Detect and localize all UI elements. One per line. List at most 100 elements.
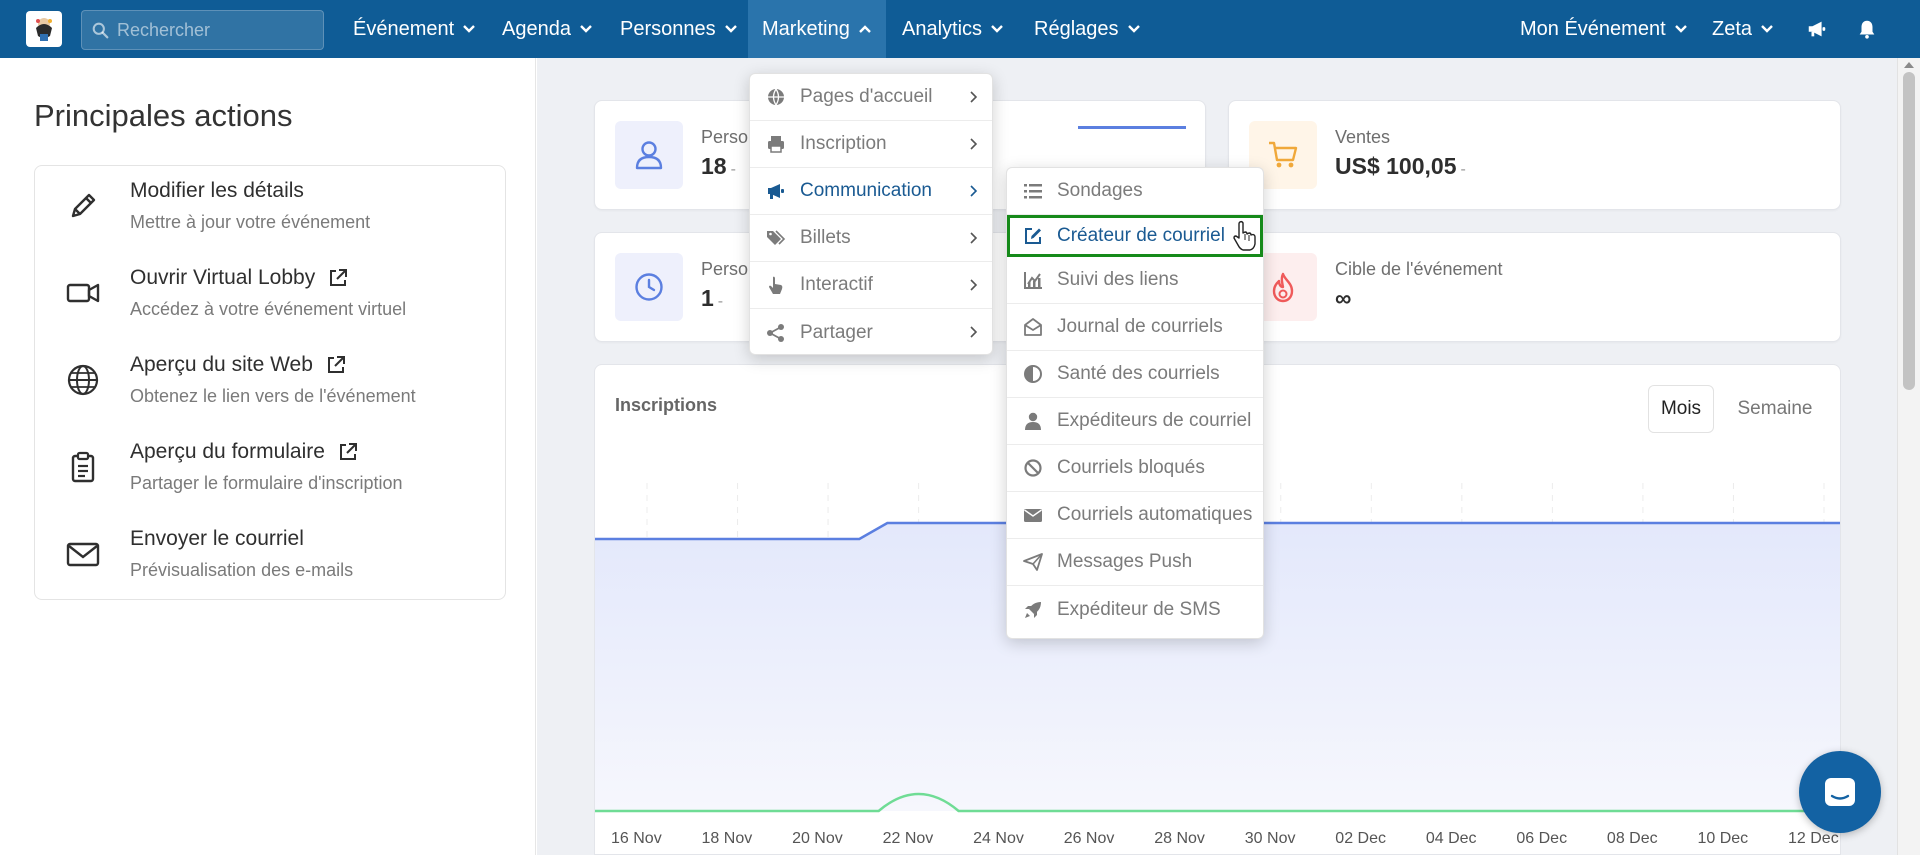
stat-card-event-target[interactable]: Cible de l'événement ∞ [1228, 232, 1841, 342]
x-tick-label: 10 Dec [1697, 830, 1748, 847]
menu-item-label: Journal de courriels [1057, 316, 1223, 337]
nav-item-label: Événement [353, 17, 455, 40]
action-subtitle: Accédez à votre événement virtuel [130, 299, 407, 319]
stat-suffix: - [730, 161, 736, 178]
left-panel: Principales actions Modifier les détails… [0, 58, 536, 855]
x-tick-label: 26 Nov [1064, 830, 1115, 847]
menu-item-label: Expéditeurs de courriel [1057, 410, 1252, 431]
action-form-preview[interactable]: Aperçu du formulaire Partager le formula… [35, 427, 505, 514]
printer-icon [765, 133, 787, 155]
app-logo[interactable] [26, 11, 62, 47]
external-link-icon [339, 443, 357, 460]
user-menu[interactable]: Zeta [1698, 0, 1788, 58]
submenu-item-suivi-des-liens[interactable]: Suivi des liens [1007, 257, 1263, 304]
clipboard-icon [63, 447, 103, 487]
stat-label: Perso [701, 259, 749, 279]
x-tick-label: 16 Nov [611, 830, 662, 847]
action-subtitle: Prévisualisation des e-mails [130, 560, 354, 580]
chevron-down-icon [1761, 25, 1773, 33]
submenu-item-courriels-bloques[interactable]: Courriels bloqués [1007, 445, 1263, 492]
menu-item-communication[interactable]: Communication [750, 168, 992, 215]
envelope-open-icon [1022, 316, 1044, 338]
stat-label: Perso [701, 127, 749, 147]
action-title: Aperçu du formulaire [130, 440, 325, 463]
stat-suffix: - [717, 293, 724, 310]
x-tick-label: 28 Nov [1154, 830, 1205, 847]
scroll-up-arrow[interactable] [1904, 62, 1914, 68]
search-input[interactable] [117, 19, 307, 41]
nav-item-label: Personnes [620, 17, 716, 40]
chevron-down-icon [580, 25, 592, 33]
chevron-right-icon [970, 91, 978, 103]
video-camera-icon [63, 273, 103, 313]
x-tick-label: 18 Nov [702, 830, 753, 847]
submenu-item-journal-de-courriels[interactable]: Journal de courriels [1007, 304, 1263, 351]
x-tick-label: 06 Dec [1516, 830, 1567, 847]
nav-item-marketing[interactable]: Marketing [748, 0, 886, 58]
submenu-item-courriels-automatiques[interactable]: Courriels automatiques [1007, 492, 1263, 539]
submenu-item-sondages[interactable]: Sondages [1007, 168, 1263, 215]
logo-icon [36, 18, 52, 41]
nav-item-reglages[interactable]: Réglages [1020, 0, 1155, 58]
bell-icon [1859, 20, 1875, 39]
globe-icon [765, 86, 787, 108]
nav-item-analytics[interactable]: Analytics [888, 0, 1018, 58]
menu-item-billets[interactable]: Billets [750, 215, 992, 262]
submenu-item-messages-push[interactable]: Messages Push [1007, 539, 1263, 586]
action-title: Envoyer le courriel [130, 527, 304, 550]
chevron-down-icon [1674, 25, 1687, 33]
paper-plane-icon [1022, 551, 1044, 573]
scrollbar-thumb[interactable] [1903, 72, 1915, 390]
stat-value: ∞ [1335, 285, 1352, 311]
chat-icon [1825, 778, 1855, 806]
action-website-preview[interactable]: Aperçu du site Web Obtenez le lien vers … [35, 340, 505, 427]
list-icon [1022, 180, 1044, 202]
submenu-item-expediteur-de-sms[interactable]: Expéditeur de SMS [1007, 586, 1263, 633]
nav-item-evenement[interactable]: Événement [339, 0, 490, 58]
action-edit-details[interactable]: Modifier les détails Mettre à jour votre… [35, 166, 505, 253]
submenu-item-expediteurs-de-courriel[interactable]: Expéditeurs de courriel [1007, 398, 1263, 445]
stat-card-sales[interactable]: Ventes US$ 100,05- [1228, 100, 1841, 210]
announcements-button[interactable] [1792, 0, 1842, 58]
chart-line-icon [1022, 269, 1044, 291]
menu-item-pages-accueil[interactable]: Pages d'accueil [750, 74, 992, 121]
ban-icon [1022, 457, 1044, 479]
submenu-item-createur-de-courriel[interactable]: Créateur de courriel [1007, 215, 1263, 257]
megaphone-icon [1808, 21, 1826, 37]
user-icon [1022, 410, 1044, 432]
actions-card: Modifier les détails Mettre à jour votre… [34, 165, 506, 600]
envelope-icon [1022, 504, 1044, 526]
user-name: Zeta [1712, 17, 1753, 40]
event-selector[interactable]: Mon Événement [1506, 0, 1702, 58]
submenu-item-sante-des-courriels[interactable]: Santé des courriels [1007, 351, 1263, 398]
menu-item-partager[interactable]: Partager [750, 309, 992, 356]
action-send-email[interactable]: Envoyer le courriel Prévisualisation des… [35, 514, 505, 601]
search-box[interactable] [81, 10, 324, 50]
page-scrollbar[interactable] [1897, 58, 1920, 855]
menu-item-inscription[interactable]: Inscription [750, 121, 992, 168]
chevron-right-icon [970, 326, 978, 338]
x-tick-label: 30 Nov [1245, 830, 1296, 847]
nav-item-personnes[interactable]: Personnes [606, 0, 752, 58]
action-open-virtual-lobby[interactable]: Ouvrir Virtual Lobby Accédez à votre évé… [35, 253, 505, 340]
edit-icon [1022, 225, 1044, 247]
notifications-button[interactable] [1842, 0, 1892, 58]
menu-item-label: Messages Push [1057, 551, 1193, 572]
share-icon [765, 322, 787, 344]
nav-item-agenda[interactable]: Agenda [488, 0, 607, 58]
menu-item-label: Courriels bloqués [1057, 457, 1205, 478]
stat-value: 1 [701, 285, 714, 311]
support-chat-button[interactable] [1799, 751, 1881, 833]
chevron-down-icon [991, 25, 1003, 33]
nav-item-label: Marketing [762, 17, 850, 40]
x-tick-label: 12 Dec [1788, 830, 1839, 847]
pointer-hand-icon [765, 274, 787, 296]
nav-item-label: Analytics [902, 17, 983, 40]
chevron-up-icon [858, 25, 871, 33]
stat-value: US$ 100,05 [1335, 153, 1457, 179]
x-tick-label: 22 Nov [883, 830, 934, 847]
x-tick-label: 20 Nov [792, 830, 843, 847]
menu-item-interactif[interactable]: Interactif [750, 262, 992, 309]
chevron-down-icon [1127, 25, 1140, 33]
chevron-down-icon [724, 25, 737, 33]
